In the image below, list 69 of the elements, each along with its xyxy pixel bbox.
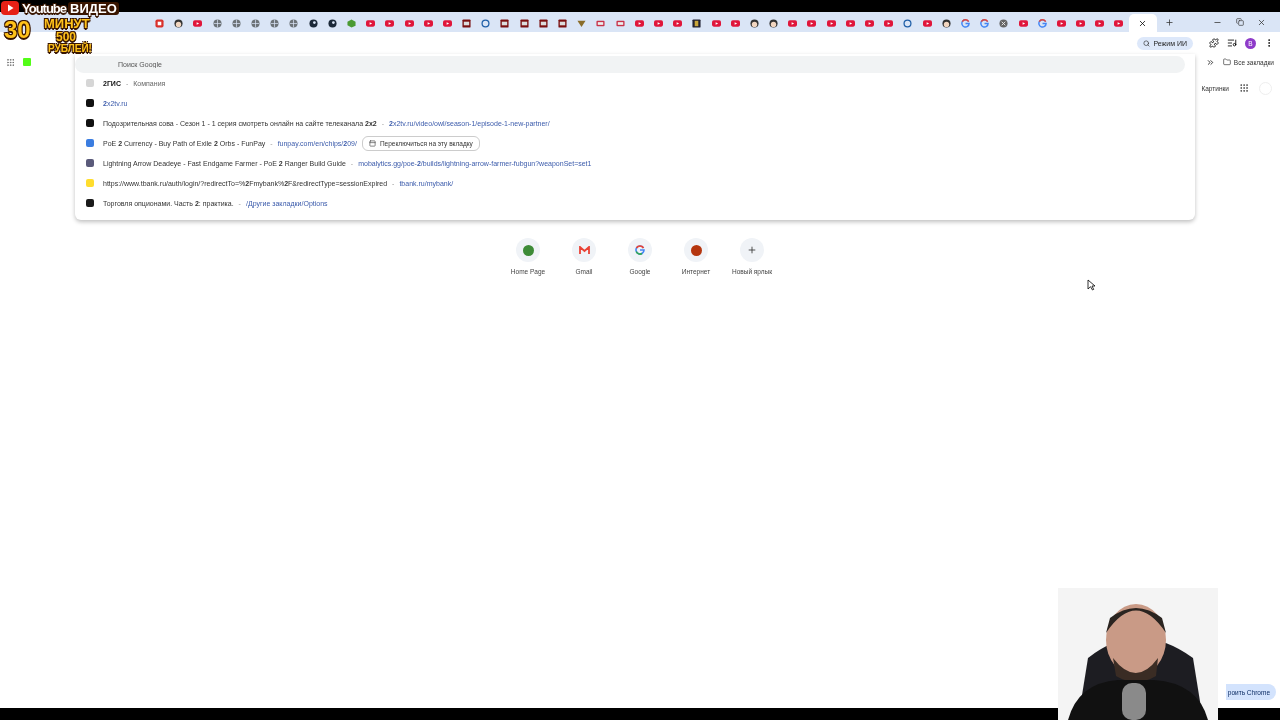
globe-icon — [212, 18, 222, 28]
promo-brand: Youtube — [22, 1, 67, 15]
promo-currency: РУБЛЕЙ! — [47, 43, 92, 54]
play-icon — [788, 18, 798, 28]
play-icon — [865, 18, 875, 28]
close-icon[interactable] — [1138, 18, 1148, 28]
promo-amount: 500 — [56, 30, 77, 43]
close-circle-icon — [999, 18, 1009, 28]
cube-icon — [346, 18, 356, 28]
avatar-icon — [174, 18, 184, 28]
cursor-icon — [1087, 279, 1096, 291]
media-icon[interactable] — [1227, 38, 1237, 48]
play-icon — [826, 18, 836, 28]
play-icon — [366, 18, 376, 28]
square-logo-icon — [155, 18, 165, 28]
square-logo-icon — [500, 18, 510, 28]
play-icon — [1076, 18, 1086, 28]
play-icon — [634, 18, 644, 28]
square-logo-icon — [462, 18, 472, 28]
square-logo-icon — [692, 18, 702, 28]
disc-icon — [308, 18, 318, 28]
promo-minutes-number: 30 — [3, 17, 32, 42]
folder-icon — [1222, 58, 1231, 66]
play-icon — [404, 18, 414, 28]
play-icon — [423, 18, 433, 28]
play-icon — [193, 18, 203, 28]
play-icon — [711, 18, 721, 28]
play-icon — [0, 0, 20, 16]
ring-icon — [903, 18, 913, 28]
square-logo-icon — [538, 18, 548, 28]
play-icon — [1056, 18, 1066, 28]
ring-icon — [1037, 18, 1047, 28]
search-icon — [1143, 39, 1151, 47]
extensions-icon[interactable] — [1209, 38, 1219, 48]
globe-icon — [231, 18, 241, 28]
disc-icon — [327, 18, 337, 28]
play-icon — [1018, 18, 1028, 28]
play-icon — [884, 18, 894, 28]
ring-icon — [481, 18, 491, 28]
restore-icon — [1235, 18, 1244, 26]
apps-icon[interactable] — [6, 57, 15, 67]
globe-icon — [270, 18, 280, 28]
emblem-icon — [577, 18, 587, 28]
tab-icon — [368, 139, 376, 147]
ring-icon — [960, 18, 970, 28]
more-bookmarks-icon[interactable] — [1205, 57, 1215, 67]
play-icon — [385, 18, 395, 28]
square-logo-icon — [519, 18, 529, 28]
play-icon — [1095, 18, 1105, 28]
play-icon — [442, 18, 452, 28]
play-icon — [653, 18, 663, 28]
apps-icon[interactable] — [1239, 83, 1249, 93]
play-icon — [845, 18, 855, 28]
add-icon — [747, 245, 757, 255]
play-icon — [807, 18, 817, 28]
globe-icon — [289, 18, 299, 28]
globe-icon — [251, 18, 261, 28]
ring-icon — [635, 245, 645, 255]
avatar-icon — [941, 18, 951, 28]
mail-icon — [578, 245, 590, 255]
plus-icon — [1165, 17, 1175, 27]
play-icon — [730, 18, 740, 28]
play-icon — [673, 18, 683, 28]
promo-minutes-word: МИНУТ — [43, 16, 90, 30]
play-icon — [922, 18, 932, 28]
close-icon — [1257, 17, 1267, 27]
play-icon — [1114, 18, 1124, 28]
square-logo-icon — [558, 18, 568, 28]
ring-icon — [980, 18, 990, 28]
